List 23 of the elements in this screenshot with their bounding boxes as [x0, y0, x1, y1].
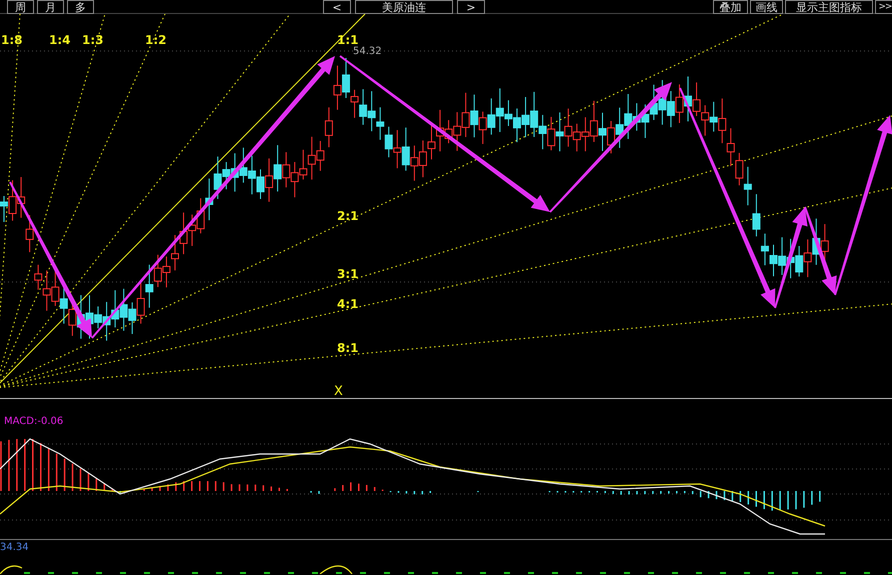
fan-ratio-label: 1:1: [337, 33, 358, 47]
fan-ratio-label: 8:1: [337, 341, 358, 355]
fan-ratio-label: 2:1: [337, 209, 358, 223]
period-button[interactable]: 多: [67, 0, 94, 14]
previous-button[interactable]: <: [323, 0, 351, 14]
indicator-value: 34.34: [0, 543, 29, 553]
toolbar-button[interactable]: 叠加: [713, 0, 748, 14]
next-button[interactable]: >: [457, 0, 485, 14]
fan-ratio-label: 1:8: [1, 33, 22, 47]
price-marker: 54.32: [353, 46, 382, 57]
fan-ratio-label: 3:1: [337, 267, 358, 281]
period-button[interactable]: 周: [7, 0, 34, 14]
fan-ratio-label: 1:2: [145, 33, 166, 47]
macd-label: MACD:-0.06: [4, 417, 64, 427]
fan-ratio-label: 4:1: [337, 297, 358, 311]
fan-ratio-label: 1:4: [49, 33, 70, 47]
fan-ratio-label: 1:3: [82, 33, 104, 47]
toolbar-button[interactable]: 画线: [750, 0, 783, 14]
symbol-title[interactable]: 美原油连: [355, 0, 453, 14]
toolbar-button[interactable]: 显示主图指标: [785, 0, 873, 14]
toolbar-button[interactable]: >>: [875, 0, 892, 14]
period-button[interactable]: 月: [37, 0, 64, 14]
fan-origin-mark: X: [334, 384, 343, 398]
